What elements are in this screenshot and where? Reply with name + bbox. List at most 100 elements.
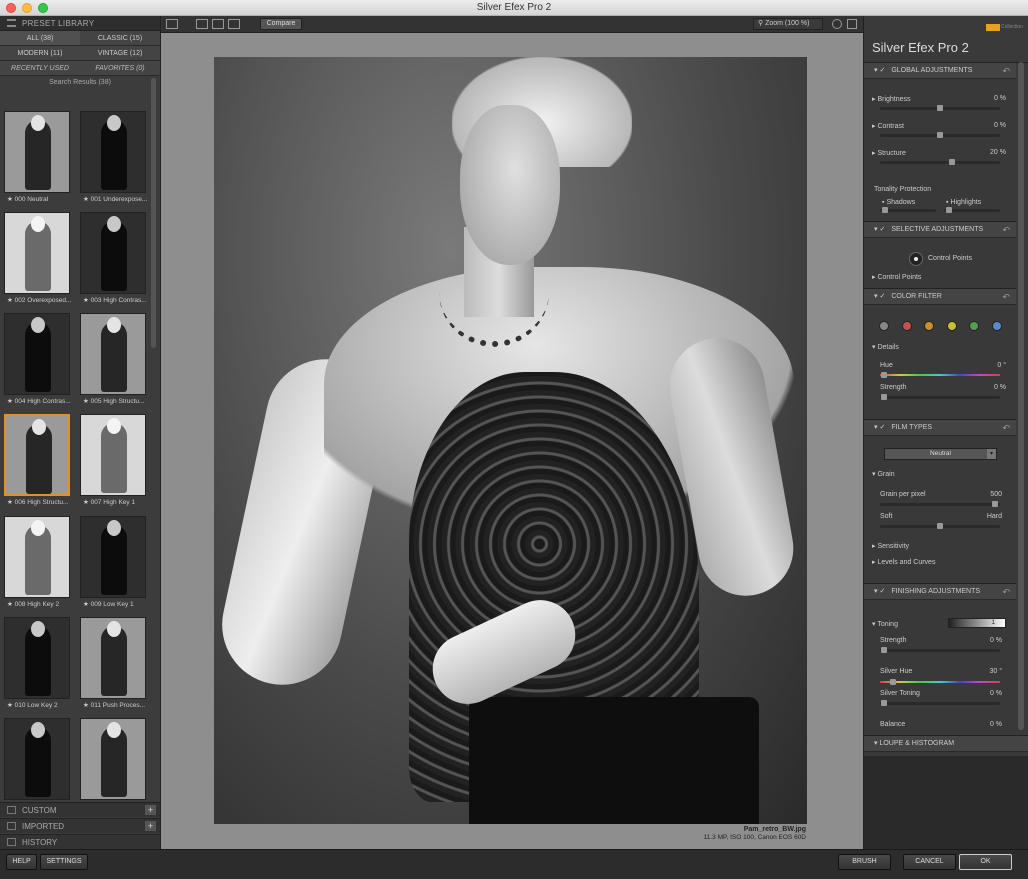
- enable-checkbox[interactable]: ✓: [879, 588, 885, 595]
- background-color-icon[interactable]: [847, 19, 857, 29]
- loupe-histogram-header[interactable]: ▾ LOUPE & HISTOGRAM: [864, 735, 1028, 752]
- category-modern[interactable]: MODERN (11): [0, 46, 80, 61]
- contrast-slider[interactable]: [880, 132, 1000, 138]
- finishing-adjustments-header[interactable]: ▾ ✓ FINISHING ADJUSTMENTS ↶: [864, 583, 1016, 600]
- color-filter-swatch[interactable]: [924, 321, 934, 331]
- add-control-point-button[interactable]: Control Points: [928, 255, 1008, 262]
- preset-thumbnail[interactable]: ★ 011 Push Proces...: [79, 614, 149, 715]
- preset-list-scrollbar[interactable]: [151, 78, 156, 348]
- reset-icon[interactable]: ↶: [1002, 222, 1010, 238]
- control-points-row[interactable]: ▸ Control Points: [872, 273, 1006, 281]
- imported-section[interactable]: IMPORTED +: [0, 818, 160, 833]
- sensitivity-row[interactable]: ▸ Sensitivity: [872, 542, 1006, 550]
- shadows-control[interactable]: ▪ Shadows: [882, 199, 942, 206]
- zoom-dropdown[interactable]: ⚲ Zoom (100 %): [753, 18, 823, 30]
- lightbulb-icon[interactable]: [832, 19, 842, 29]
- highlights-control[interactable]: ▪ Highlights: [946, 199, 1006, 206]
- grain-softness-slider[interactable]: [880, 523, 1000, 529]
- history-section[interactable]: HISTORY: [0, 834, 160, 849]
- category-recently-used[interactable]: RECENTLY USED: [0, 61, 80, 76]
- global-adjustments-header[interactable]: ▾ ✓ GLOBAL ADJUSTMENTS ↶: [864, 62, 1016, 79]
- category-favorites[interactable]: FAVORITES (0): [80, 61, 160, 76]
- preset-thumbnail[interactable]: ★ 009 Low Key 1: [79, 513, 149, 614]
- film-type-dropdown[interactable]: Neutral ▾: [884, 448, 997, 460]
- custom-section[interactable]: CUSTOM +: [0, 802, 160, 817]
- side-by-side-view-icon[interactable]: [228, 19, 240, 29]
- control-point-icon[interactable]: [909, 252, 923, 266]
- shadows-slider-knob[interactable]: [882, 207, 888, 213]
- color-filter-swatch[interactable]: [901, 321, 912, 331]
- settings-button[interactable]: SETTINGS: [40, 854, 88, 870]
- enable-checkbox[interactable]: ✓: [879, 424, 885, 431]
- preset-thumbnail[interactable]: ★ 006 High Structu...: [3, 411, 73, 512]
- preset-thumbnail[interactable]: ★ 008 High Key 2: [3, 513, 73, 614]
- brush-button[interactable]: BRUSH: [838, 854, 891, 870]
- preset-thumbnail[interactable]: ★ 012 Push Proces...: [3, 715, 73, 816]
- reset-icon[interactable]: ↶: [1002, 420, 1010, 436]
- grain-per-pixel-slider[interactable]: [880, 501, 1000, 507]
- single-view-icon[interactable]: [196, 19, 208, 29]
- preset-thumbnail[interactable]: ★ 013 Grad ND (EV ...: [79, 715, 149, 816]
- import-preset-button[interactable]: +: [145, 821, 156, 831]
- highlights-slider[interactable]: [944, 207, 1000, 213]
- ok-button[interactable]: OK: [959, 854, 1012, 870]
- image-canvas[interactable]: Pam_retro_BW.jpg 11.3 MP, ISO 100, Canon…: [161, 33, 863, 849]
- grain-row[interactable]: ▾ Grain: [872, 470, 1006, 478]
- color-filter-swatch[interactable]: [879, 321, 889, 331]
- reset-icon[interactable]: ↶: [1002, 289, 1010, 305]
- color-filter-header[interactable]: ▾ ✓ COLOR FILTER ↶: [864, 288, 1016, 305]
- category-vintage[interactable]: VINTAGE (12): [80, 46, 160, 61]
- compare-button[interactable]: Compare: [260, 18, 302, 30]
- enable-checkbox[interactable]: ✓: [879, 67, 885, 74]
- shadows-slider[interactable]: [880, 207, 936, 213]
- enable-checkbox[interactable]: ✓: [879, 226, 885, 233]
- brightness-slider-knob[interactable]: [937, 105, 943, 111]
- category-classic[interactable]: CLASSIC (15): [80, 31, 160, 46]
- toning-strength-slider-knob[interactable]: [881, 647, 887, 653]
- structure-row[interactable]: ▸ Structure 20 %: [872, 149, 1006, 157]
- brightness-row[interactable]: ▸ Brightness 0 %: [872, 95, 1006, 103]
- color-filter-swatch[interactable]: [991, 321, 1002, 331]
- structure-slider[interactable]: [880, 159, 1000, 165]
- help-button[interactable]: HELP: [6, 854, 37, 870]
- split-view-icon[interactable]: [212, 19, 224, 29]
- grain-softness-slider-knob[interactable]: [937, 523, 943, 529]
- structure-slider-knob[interactable]: [949, 159, 955, 165]
- levels-curves-row[interactable]: ▸ Levels and Curves: [872, 558, 1006, 566]
- preset-thumbnail[interactable]: ★ 010 Low Key 2: [3, 614, 73, 715]
- silver-toning-slider-knob[interactable]: [881, 700, 887, 706]
- hue-slider-knob[interactable]: [881, 372, 887, 378]
- silver-hue-slider[interactable]: [880, 679, 1000, 685]
- color-filter-swatch[interactable]: [946, 321, 957, 331]
- enable-checkbox[interactable]: ✓: [879, 293, 885, 300]
- contrast-slider-knob[interactable]: [937, 132, 943, 138]
- film-types-header[interactable]: ▾ ✓ FILM TYPES ↶: [864, 419, 1016, 436]
- preset-library-header[interactable]: PRESET LIBRARY: [0, 16, 160, 31]
- preset-thumbnail[interactable]: ★ 001 Underexpose...: [79, 108, 149, 209]
- category-all[interactable]: ALL (38): [0, 31, 80, 46]
- cf-strength-slider[interactable]: [880, 394, 1000, 400]
- details-row[interactable]: ▾ Details: [872, 343, 1006, 351]
- highlights-slider-knob[interactable]: [946, 207, 952, 213]
- preset-thumbnail[interactable]: ★ 007 High Key 1: [79, 411, 149, 512]
- cf-strength-slider-knob[interactable]: [881, 394, 887, 400]
- cancel-button[interactable]: CANCEL: [903, 854, 956, 870]
- toning-swatch-dropdown[interactable]: 1: [948, 618, 1006, 628]
- preset-thumbnail[interactable]: ★ 005 High Structu...: [79, 310, 149, 411]
- adjustments-scrollbar[interactable]: [1018, 62, 1024, 730]
- preset-thumbnail[interactable]: ★ 004 High Contras...: [3, 310, 73, 411]
- add-custom-preset-button[interactable]: +: [145, 805, 156, 815]
- brightness-slider[interactable]: [880, 105, 1000, 111]
- silver-hue-slider-knob[interactable]: [890, 679, 896, 685]
- hue-slider[interactable]: [880, 372, 1000, 378]
- selective-adjustments-header[interactable]: ▾ ✓ SELECTIVE ADJUSTMENTS ↶: [864, 221, 1016, 238]
- preset-thumbnail[interactable]: ★ 000 Neutral: [3, 108, 73, 209]
- reset-icon[interactable]: ↶: [1002, 584, 1010, 600]
- preset-thumbnail[interactable]: ★ 002 Overexposed...: [3, 209, 73, 310]
- silver-toning-slider[interactable]: [880, 700, 1000, 706]
- preset-thumbnail[interactable]: ★ 003 High Contras...: [79, 209, 149, 310]
- color-filter-swatch[interactable]: [969, 321, 979, 331]
- panel-toggle-icon[interactable]: [166, 19, 178, 29]
- toning-strength-slider[interactable]: [880, 647, 1000, 653]
- contrast-row[interactable]: ▸ Contrast 0 %: [872, 122, 1006, 130]
